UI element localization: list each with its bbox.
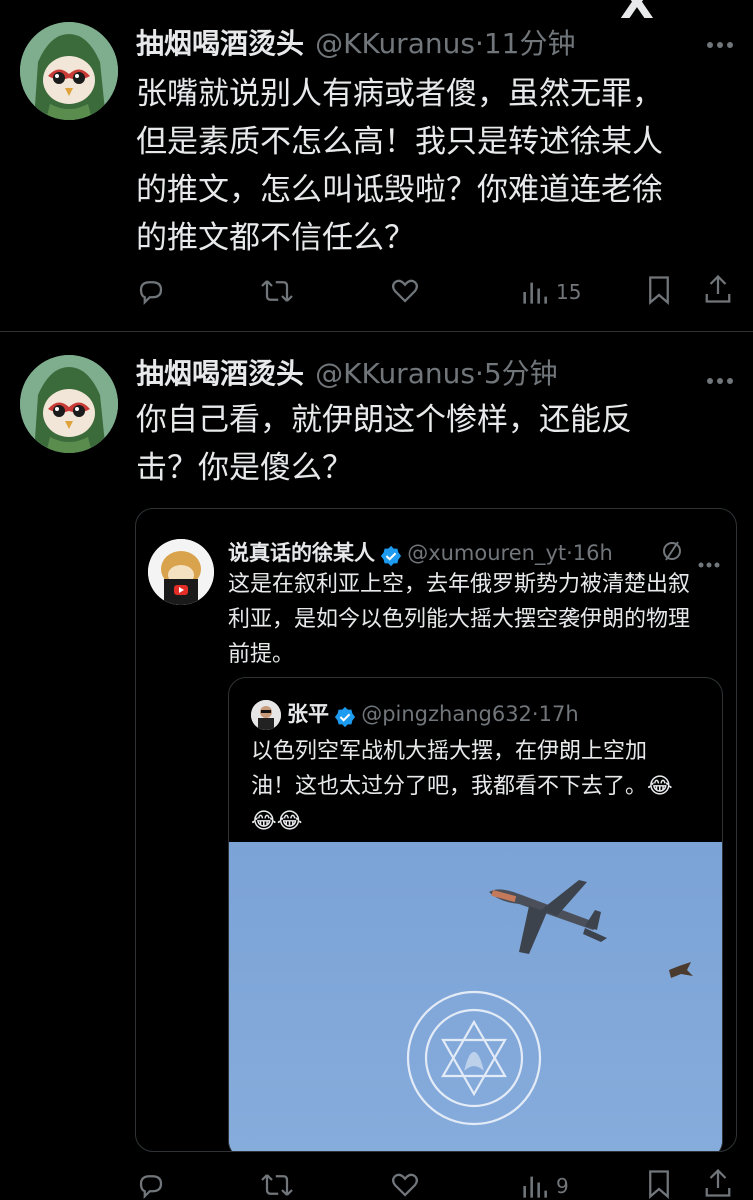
more-icon[interactable] [706, 26, 734, 56]
emoji: 😂 [251, 809, 277, 834]
reply-button[interactable] [136, 1170, 166, 1200]
tweet-text-line: 的推文都不信任么？ [136, 220, 415, 256]
like-icon [392, 1173, 418, 1197]
tweet-text-line: 击？你是傻么？ [136, 450, 353, 486]
handle[interactable]: @xumouren_yt [407, 541, 566, 565]
display-name[interactable]: 抽烟喝酒烫头 [136, 357, 304, 390]
avatar[interactable] [20, 355, 118, 453]
quoted-text-line: 这是在叙利亚上空，去年俄罗斯势力被清楚出叙 [228, 572, 691, 597]
reply-button[interactable] [136, 276, 166, 306]
tweet-header: 抽烟喝酒烫头 @KKuranus·11分钟 [136, 22, 575, 62]
x-logo-fragment: X [620, 0, 654, 29]
nested-tweet-header: 张平 @pingzhang632·17h [287, 698, 579, 728]
share-icon [705, 274, 731, 303]
tweet-header: 抽烟喝酒烫头 @KKuranus·5分钟 [136, 352, 558, 392]
share-icon [705, 1168, 731, 1197]
more-icon[interactable] [706, 362, 734, 392]
avatar[interactable] [148, 539, 214, 605]
verified-badge-icon [335, 706, 356, 727]
divider [0, 331, 753, 332]
retweet-button[interactable] [260, 1170, 294, 1200]
handle[interactable]: @pingzhang632 [361, 702, 532, 726]
quoted-tweet-header: 说真话的徐某人 @xumouren_yt·16h [228, 537, 613, 567]
tweet-text: 张嘴就说别人有病或者傻，虽然无罪， 但是素质不怎么高！我只是转述徐某人 的推文，… [136, 70, 663, 262]
like-icon [392, 279, 418, 303]
display-name[interactable]: 抽烟喝酒烫头 [136, 27, 304, 60]
reply-icon [139, 281, 163, 305]
hide-icon[interactable] [660, 539, 684, 567]
like-button[interactable] [390, 276, 420, 306]
share-button[interactable] [704, 1168, 732, 1198]
tweet-text-line: 张嘴就说别人有病或者傻，虽然无罪， [136, 76, 663, 112]
quoted-text-line: 前提。 [228, 642, 295, 667]
avatar[interactable] [251, 700, 281, 730]
reply-icon [139, 1175, 163, 1199]
separator-dot: · [566, 541, 573, 565]
nested-text-line: 以色列空军战机大摇大摆，在伊朗上空加 [251, 739, 648, 764]
nested-quoted-tweet-card[interactable]: 张平 @pingzhang632·17h 以色列空军战机大摇大摆，在伊朗上空加 … [228, 677, 723, 1151]
tweet-text: 你自己看，就伊朗这个惨样，还能反 击？你是傻么？ [136, 396, 632, 492]
nested-text-line: 油！这也太过分了吧，我都看不下去了。 [251, 774, 648, 799]
timestamp[interactable]: 11分钟 [484, 27, 576, 60]
like-button[interactable] [390, 1170, 420, 1200]
tweet-text-line: 你自己看，就伊朗这个惨样，还能反 [136, 402, 632, 438]
separator-dot: · [531, 702, 539, 726]
emoji: 😂 [647, 774, 673, 799]
quoted-tweet-text: 这是在叙利亚上空，去年俄罗斯势力被清楚出叙 利亚，是如今以色列能大摇大摆空袭伊朗… [228, 567, 690, 672]
timestamp[interactable]: 16h [573, 541, 613, 565]
bookmark-button[interactable] [646, 275, 672, 305]
display-name[interactable]: 张平 [287, 702, 329, 726]
views-count: 15 [556, 280, 582, 304]
tweet-text-line: 但是素质不怎么高！我只是转述徐某人 [136, 124, 663, 160]
retweet-icon [261, 1174, 293, 1196]
views-button[interactable]: 9 [520, 1172, 569, 1200]
handle[interactable]: @KKuranus [315, 27, 475, 60]
retweet-icon [261, 280, 293, 302]
views-count: 9 [556, 1174, 569, 1198]
bookmark-icon [649, 1170, 669, 1199]
timestamp[interactable]: 5分钟 [484, 357, 558, 390]
quoted-tweet-card[interactable]: 说真话的徐某人 @xumouren_yt·16h 这是在叙利亚上空，去年俄罗斯势… [135, 508, 737, 1152]
bookmark-button[interactable] [646, 1169, 672, 1199]
timestamp[interactable]: 17h [539, 702, 579, 726]
more-icon[interactable] [698, 545, 720, 575]
views-button[interactable]: 15 [520, 278, 581, 306]
views-icon [523, 282, 547, 304]
separator-dot: · [474, 27, 484, 60]
quoted-text-line: 利亚，是如今以色列能大摇大摆空袭伊朗的物理 [228, 607, 691, 632]
handle[interactable]: @KKuranus [315, 357, 475, 390]
emoji: 😂 [276, 809, 303, 834]
avatar[interactable] [20, 22, 118, 120]
separator-dot: · [474, 357, 484, 390]
media-image[interactable] [229, 842, 722, 1151]
views-icon [523, 1176, 547, 1198]
bookmark-icon [649, 276, 669, 305]
tweet-text-line: 的推文，怎么叫诋毁啦？你难道连老徐 [136, 172, 663, 208]
retweet-button[interactable] [260, 276, 294, 306]
display-name[interactable]: 说真话的徐某人 [228, 541, 375, 565]
share-button[interactable] [704, 274, 732, 304]
verified-badge-icon [381, 545, 402, 566]
nested-tweet-text: 以色列空军战机大摇大摆，在伊朗上空加 油！这也太过分了吧，我都看不下去了。😂 😂… [251, 734, 721, 839]
